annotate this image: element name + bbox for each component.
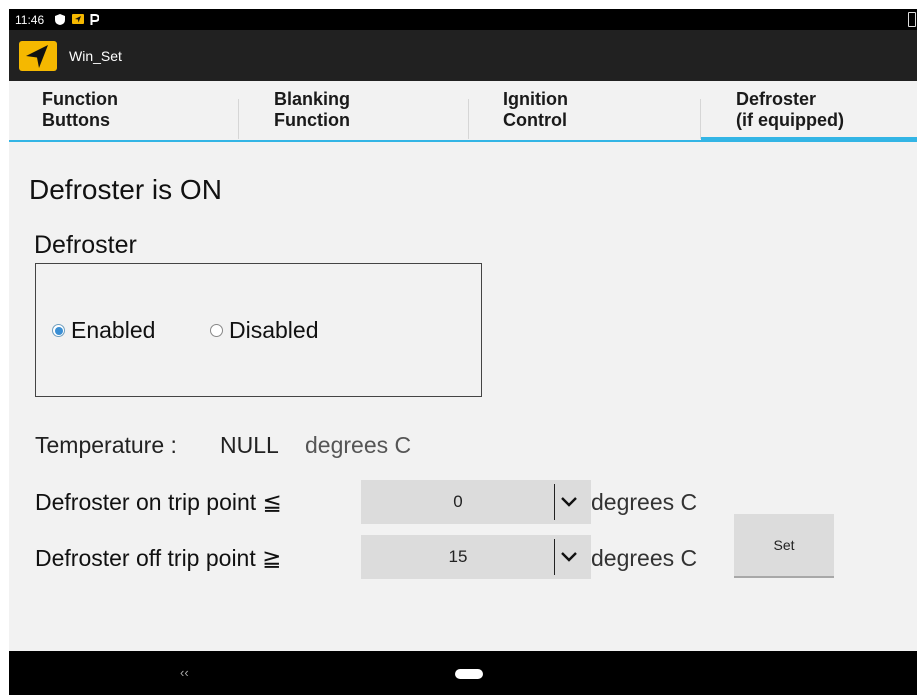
defroster-status-heading: Defroster is ON [29,174,222,205]
tab-ignition-control[interactable]: Ignition Control [469,81,701,140]
off-trip-point-spinner[interactable]: 15 [361,535,591,579]
radio-unchecked-icon[interactable] [210,324,223,337]
off-trip-point-value: 15 [448,547,468,566]
app-screen: 11:46 Win_Set Function Buttons Blanking [9,9,917,695]
spinner-separator [554,539,555,575]
tab-label: Ignition Control [503,89,568,130]
tab-label: Defroster (if equipped) [736,89,844,130]
app-title: Win_Set [69,48,122,64]
off-trip-point-label: Defroster off trip point ≧ [35,545,282,571]
status-bar: 11:46 [9,9,917,30]
radio-label-disabled: Disabled [229,317,319,343]
status-time: 11:46 [15,13,45,27]
parking-icon [90,14,99,25]
on-trip-point-spinner[interactable]: 0 [361,480,591,524]
radio-checked-icon[interactable] [52,324,65,337]
tab-function-buttons[interactable]: Function Buttons [9,81,239,140]
tab-bar: Function Buttons Blanking Function Ignit… [9,81,917,142]
chevron-down-icon[interactable] [560,548,578,566]
navigation-bar: ‹‹ [9,651,917,695]
temperature-value: NULL [220,432,279,458]
tab-label: Blanking Function [274,89,351,130]
on-trip-point-unit: degrees C [591,489,698,515]
shield-icon [55,14,65,25]
back-icon[interactable]: ‹‹ [180,665,189,680]
off-trip-point-unit: degrees C [591,545,698,571]
radio-label-enabled: Enabled [71,317,156,343]
tab-selected-indicator [701,137,917,142]
set-button[interactable]: Set [734,514,834,578]
tab-defroster[interactable]: Defroster (if equipped) [701,81,917,142]
radio-enabled[interactable]: Enabled [52,317,155,344]
chevron-down-icon[interactable] [560,493,578,511]
defroster-group-label: Defroster [34,231,137,259]
navigation-notification-icon [72,14,84,24]
home-pill-icon[interactable] [455,669,483,679]
tab-blanking-function[interactable]: Blanking Function [239,81,469,140]
on-trip-point-label: Defroster on trip point ≦ [35,489,282,515]
action-bar: Win_Set [9,30,917,81]
temperature-unit: degrees C [305,432,412,458]
defroster-radio-group: Enabled Disabled [35,263,482,397]
app-logo-navigation-icon [19,41,57,71]
tab-label: Function Buttons [42,89,118,130]
spinner-separator [554,484,555,520]
temperature-label: Temperature : [35,432,177,458]
on-trip-point-value: 0 [453,492,463,511]
battery-icon [908,12,916,27]
radio-disabled[interactable]: Disabled [210,317,319,344]
